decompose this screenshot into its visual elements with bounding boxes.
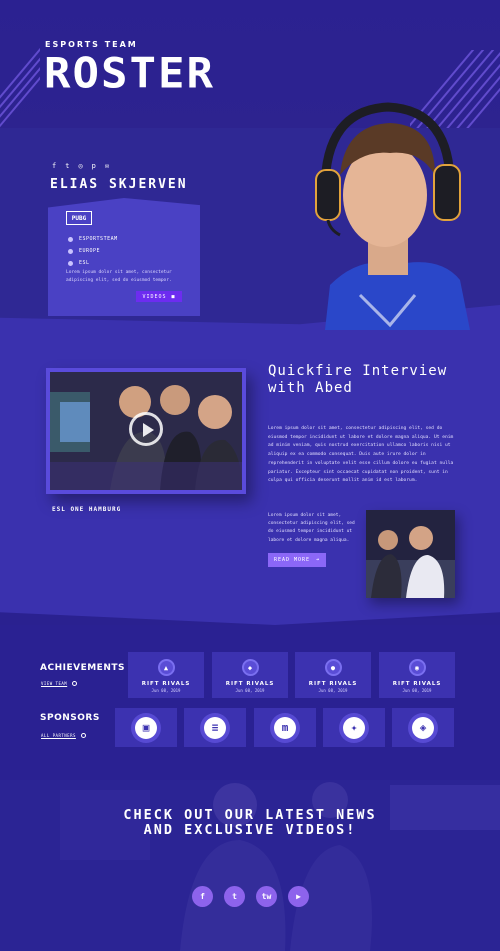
facebook-icon[interactable]: f (52, 162, 56, 170)
stripe-logo-icon: ≡ (204, 716, 226, 739)
interview-excerpt: Lorem ipsum dolor sit amet, consectetur … (268, 513, 355, 543)
achievements-section-background (0, 625, 500, 785)
all-partners-label: ALL PARTNERS (41, 733, 76, 738)
read-more-button[interactable]: READ MORE ➜ (268, 553, 326, 567)
game-logo: PUBG (66, 211, 92, 225)
achievement-date: Jun 08, 2019 (318, 688, 348, 693)
arrow-circle-icon (72, 681, 78, 686)
arrow-right-icon: ➜ (316, 557, 321, 563)
meta-item: ESL (68, 260, 118, 266)
cta-background-image (0, 780, 500, 951)
achievement-title: RIFT RIVALS (392, 681, 442, 687)
interview-title: Quickfire Interview with Abed (268, 363, 448, 396)
achievement-card[interactable]: ● RIFT RIVALS Jun 08, 2019 (295, 652, 371, 698)
achievement-title: RIFT RIVALS (141, 681, 191, 687)
player-portrait (315, 102, 470, 330)
trophy-icon: ◉ (408, 659, 426, 676)
sponsor-card[interactable]: m (254, 708, 316, 747)
achievement-title: RIFT RIVALS (225, 681, 275, 687)
achievement-card[interactable]: ◉ RIFT RIVALS Jun 08, 2019 (379, 652, 455, 698)
meta-item: ESPORTSTEAM (68, 236, 118, 242)
videos-button-label: VIDEOS (142, 293, 167, 300)
video-camera-icon: ■ (171, 293, 176, 300)
hero-eyebrow: ESPORTS TEAM (45, 40, 138, 49)
player-meta-list: ESPORTSTEAM EUROPE ESL (68, 236, 118, 266)
page-title: ROSTER (44, 49, 215, 98)
player-description: Lorem ipsum dolor sit amet, consectetur … (66, 270, 172, 283)
meta-label: ESL (79, 260, 90, 266)
knot-logo-icon: ◈ (412, 716, 434, 739)
facebook-icon[interactable]: f (192, 886, 213, 907)
decorative-stripes-left (0, 40, 40, 130)
location-icon (68, 248, 73, 254)
youtube-icon[interactable]: ▶ (288, 886, 309, 907)
play-icon (143, 423, 154, 437)
achievement-date: Jun 08, 2019 (402, 688, 432, 693)
sponsor-card[interactable]: ▣ (115, 708, 177, 747)
player-social-links: f t ◎ p ✉ (52, 162, 109, 170)
sponsor-card[interactable]: ◈ (392, 708, 454, 747)
achievement-card[interactable]: ◆ RIFT RIVALS Jun 08, 2019 (212, 652, 288, 698)
gamepad-icon (68, 260, 73, 266)
interview-body: Lorem ipsum dolor sit amet, consectetur … (268, 426, 454, 484)
trophy-icon: ● (324, 659, 342, 676)
video-caption: ESL ONE HAMBURG (52, 506, 122, 513)
player-name: ELIAS SKJERVEN (50, 177, 188, 192)
sponsors-heading: SPONSORS (40, 713, 100, 723)
pinwheel-logo-icon: ✦ (343, 716, 365, 739)
meta-label: EUROPE (79, 248, 101, 254)
play-button[interactable] (129, 412, 163, 446)
twitch-logo-icon: ▣ (135, 716, 157, 739)
twitter-icon[interactable]: t (224, 886, 245, 907)
interview-thumbnail[interactable] (366, 510, 455, 598)
videos-button[interactable]: VIDEOS ■ (136, 291, 182, 302)
meta-item: EUROPE (68, 248, 118, 254)
trophy-icon: ◆ (241, 659, 259, 676)
team-icon (68, 236, 73, 242)
m-logo-icon: m (274, 716, 296, 739)
achievements-heading: ACHIEVEMENTS (40, 663, 125, 673)
all-partners-link[interactable]: ALL PARTNERS (41, 733, 86, 738)
twitter-icon[interactable]: t (65, 162, 69, 170)
meta-label: ESPORTSTEAM (79, 236, 118, 242)
cta-social-links: f t tw ▶ (192, 886, 309, 907)
view-team-label: VIEW TEAM (41, 681, 68, 686)
twitch-icon[interactable]: tw (256, 886, 277, 907)
sponsor-card[interactable]: ≡ (184, 708, 246, 747)
achievement-date: Jun 08, 2019 (151, 688, 181, 693)
read-more-label: READ MORE (273, 557, 311, 563)
trophy-icon: ▲ (157, 659, 175, 676)
achievement-card[interactable]: ▲ RIFT RIVALS Jun 08, 2019 (128, 652, 204, 698)
view-team-link[interactable]: VIEW TEAM (41, 681, 78, 686)
cta-title: CHECK OUT OUR LATEST NEWS AND EXCLUSIVE … (123, 807, 377, 838)
cta-background (0, 780, 500, 951)
mail-icon[interactable]: ✉ (105, 162, 109, 170)
achievement-title: RIFT RIVALS (308, 681, 358, 687)
pinterest-icon[interactable]: p (92, 162, 96, 170)
achievement-date: Jun 08, 2019 (235, 688, 265, 693)
arrow-circle-icon (80, 733, 86, 738)
instagram-icon[interactable]: ◎ (78, 162, 82, 170)
sponsor-card[interactable]: ✦ (323, 708, 385, 747)
